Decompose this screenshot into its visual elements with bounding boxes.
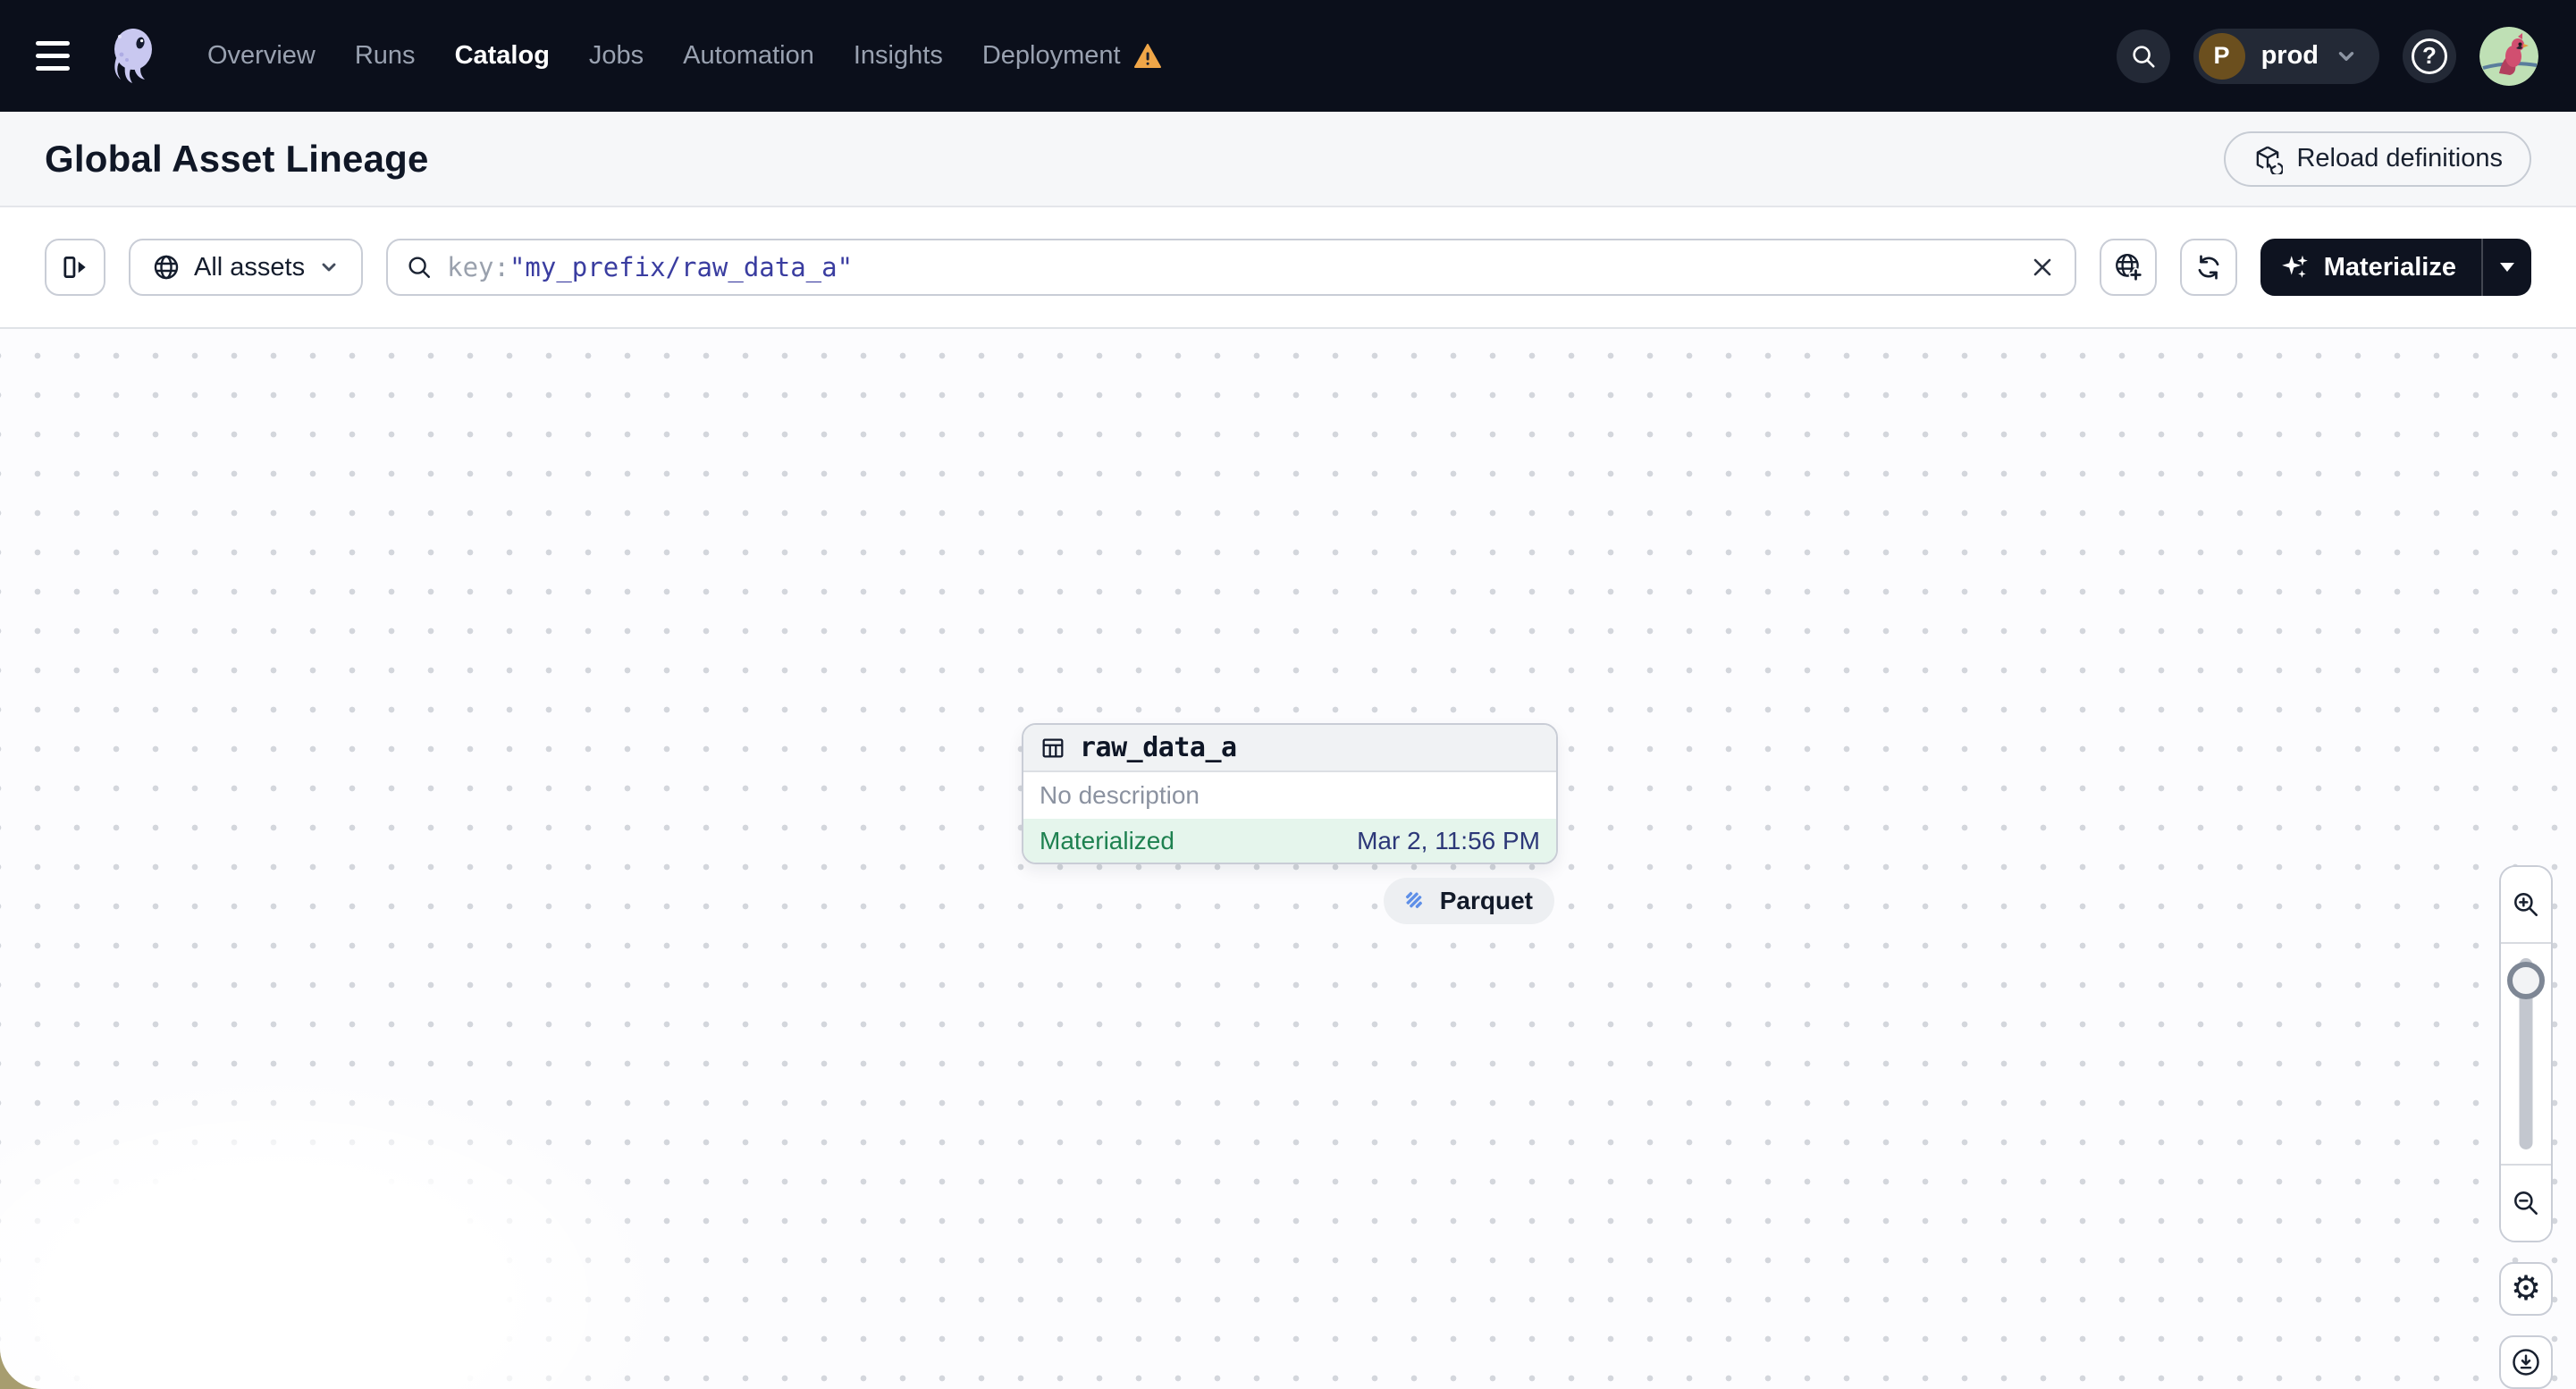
search-icon bbox=[408, 257, 431, 278]
graph-settings-button[interactable]: ⚙ bbox=[2499, 1262, 2553, 1316]
zoom-slider-thumb[interactable] bbox=[2507, 962, 2545, 999]
asset-scope-dropdown[interactable]: All assets bbox=[129, 239, 364, 296]
clear-search-button[interactable] bbox=[2021, 246, 2064, 289]
lineage-canvas[interactable]: raw_data_a No description Materialized M… bbox=[0, 329, 2576, 1389]
reload-definitions-button[interactable]: Reload definitions bbox=[2224, 130, 2531, 187]
top-nav: Overview Runs Catalog Jobs Automation In… bbox=[0, 0, 2576, 112]
chevron-down-icon bbox=[2338, 51, 2354, 61]
nav-item-deployment[interactable]: Deployment bbox=[982, 41, 1162, 71]
primary-nav: Overview Runs Catalog Jobs Automation In… bbox=[207, 41, 1162, 71]
page-title: Global Asset Lineage bbox=[45, 137, 429, 180]
asset-status-row: Materialized Mar 2, 11:56 PM bbox=[1023, 819, 1556, 863]
env-label: prod bbox=[2260, 41, 2319, 70]
caret-down-icon bbox=[2500, 263, 2514, 272]
env-avatar: P bbox=[2198, 32, 2245, 80]
parquet-icon bbox=[1405, 891, 1422, 909]
zoom-slider bbox=[2501, 942, 2551, 1166]
help-icon: ? bbox=[2412, 38, 2447, 74]
materialize-label: Materialize bbox=[2323, 252, 2456, 282]
zoom-in-icon bbox=[2514, 893, 2538, 916]
table-icon bbox=[1042, 738, 1064, 757]
help-button[interactable]: ? bbox=[2403, 29, 2456, 83]
lineage-toolbar: All assets key:"my_prefix/raw_data_a" Ma… bbox=[0, 207, 2576, 329]
materialize-split-button: Materialize bbox=[2260, 239, 2531, 296]
dagster-logo-icon[interactable] bbox=[104, 24, 164, 88]
asset-kind-label: Parquet bbox=[1439, 887, 1533, 914]
panel-open-icon bbox=[63, 256, 86, 279]
canvas-controls: ⚙ bbox=[2499, 865, 2553, 1389]
reload-definitions-label: Reload definitions bbox=[2296, 144, 2503, 173]
gear-icon: ⚙ bbox=[2510, 1270, 2542, 1308]
asset-description: No description bbox=[1040, 781, 1200, 809]
asset-materialized-timestamp[interactable]: Mar 2, 11:56 PM bbox=[1357, 827, 1540, 855]
nav-item-automation[interactable]: Automation bbox=[683, 41, 814, 71]
zoom-out-icon bbox=[2514, 1191, 2538, 1215]
refresh-button[interactable] bbox=[2179, 239, 2237, 296]
asset-kind-tag-parquet[interactable]: Parquet bbox=[1383, 878, 1554, 924]
hamburger-menu-icon[interactable] bbox=[36, 35, 79, 78]
download-icon bbox=[2513, 1349, 2539, 1376]
nav-item-insights[interactable]: Insights bbox=[854, 41, 943, 71]
refresh-icon bbox=[2198, 255, 2219, 280]
materialize-button[interactable]: Materialize bbox=[2260, 239, 2481, 296]
asset-scope-label: All assets bbox=[194, 252, 306, 282]
chevron-down-icon bbox=[322, 263, 336, 272]
deployment-switcher[interactable]: P prod bbox=[2193, 28, 2379, 84]
zoom-in-button[interactable] bbox=[2501, 867, 2551, 942]
nav-right-controls: P prod ? bbox=[2116, 26, 2538, 86]
new-group-view-button[interactable] bbox=[2099, 239, 2157, 296]
open-side-panel-button[interactable] bbox=[45, 239, 105, 296]
asset-node-header: raw_data_a bbox=[1023, 725, 1556, 772]
search-button[interactable] bbox=[2116, 29, 2170, 83]
nav-item-overview[interactable]: Overview bbox=[207, 41, 316, 71]
zoom-control-group bbox=[2499, 865, 2553, 1242]
canvas-corner-glow bbox=[0, 1067, 679, 1389]
nav-item-jobs[interactable]: Jobs bbox=[589, 41, 644, 71]
user-avatar[interactable] bbox=[2479, 26, 2538, 86]
globe-icon bbox=[154, 255, 179, 280]
nav-item-catalog[interactable]: Catalog bbox=[455, 41, 550, 71]
lineage-main: raw_data_a No description Materialized M… bbox=[0, 329, 2576, 1389]
nav-item-runs[interactable]: Runs bbox=[355, 41, 416, 71]
nav-item-deployment-label: Deployment bbox=[981, 41, 1121, 70]
search-query-value: "my_prefix/raw_data_a" bbox=[509, 252, 854, 282]
asset-name: raw_data_a bbox=[1080, 732, 1237, 763]
warning-icon bbox=[1133, 43, 1161, 68]
asset-search-input[interactable]: key:"my_prefix/raw_data_a" bbox=[386, 239, 2076, 296]
avatar-bird-image bbox=[2479, 26, 2538, 86]
search-query-prefix: key: bbox=[447, 252, 509, 282]
asset-status: Materialized bbox=[1040, 826, 1174, 854]
zoom-out-button[interactable] bbox=[2501, 1166, 2551, 1241]
search-icon bbox=[2132, 45, 2155, 68]
page-header: Global Asset Lineage Reload definitions bbox=[0, 112, 2576, 207]
close-icon bbox=[2033, 258, 2051, 276]
download-graph-button[interactable] bbox=[2499, 1335, 2553, 1389]
reload-definitions-icon bbox=[2257, 146, 2284, 174]
asset-node-raw-data-a[interactable]: raw_data_a No description Materialized M… bbox=[1022, 723, 1558, 864]
search-query: key:"my_prefix/raw_data_a" bbox=[447, 252, 853, 282]
globe-add-icon bbox=[2115, 254, 2143, 282]
materialize-options-button[interactable] bbox=[2481, 239, 2531, 296]
sparkles-icon bbox=[2281, 255, 2308, 278]
